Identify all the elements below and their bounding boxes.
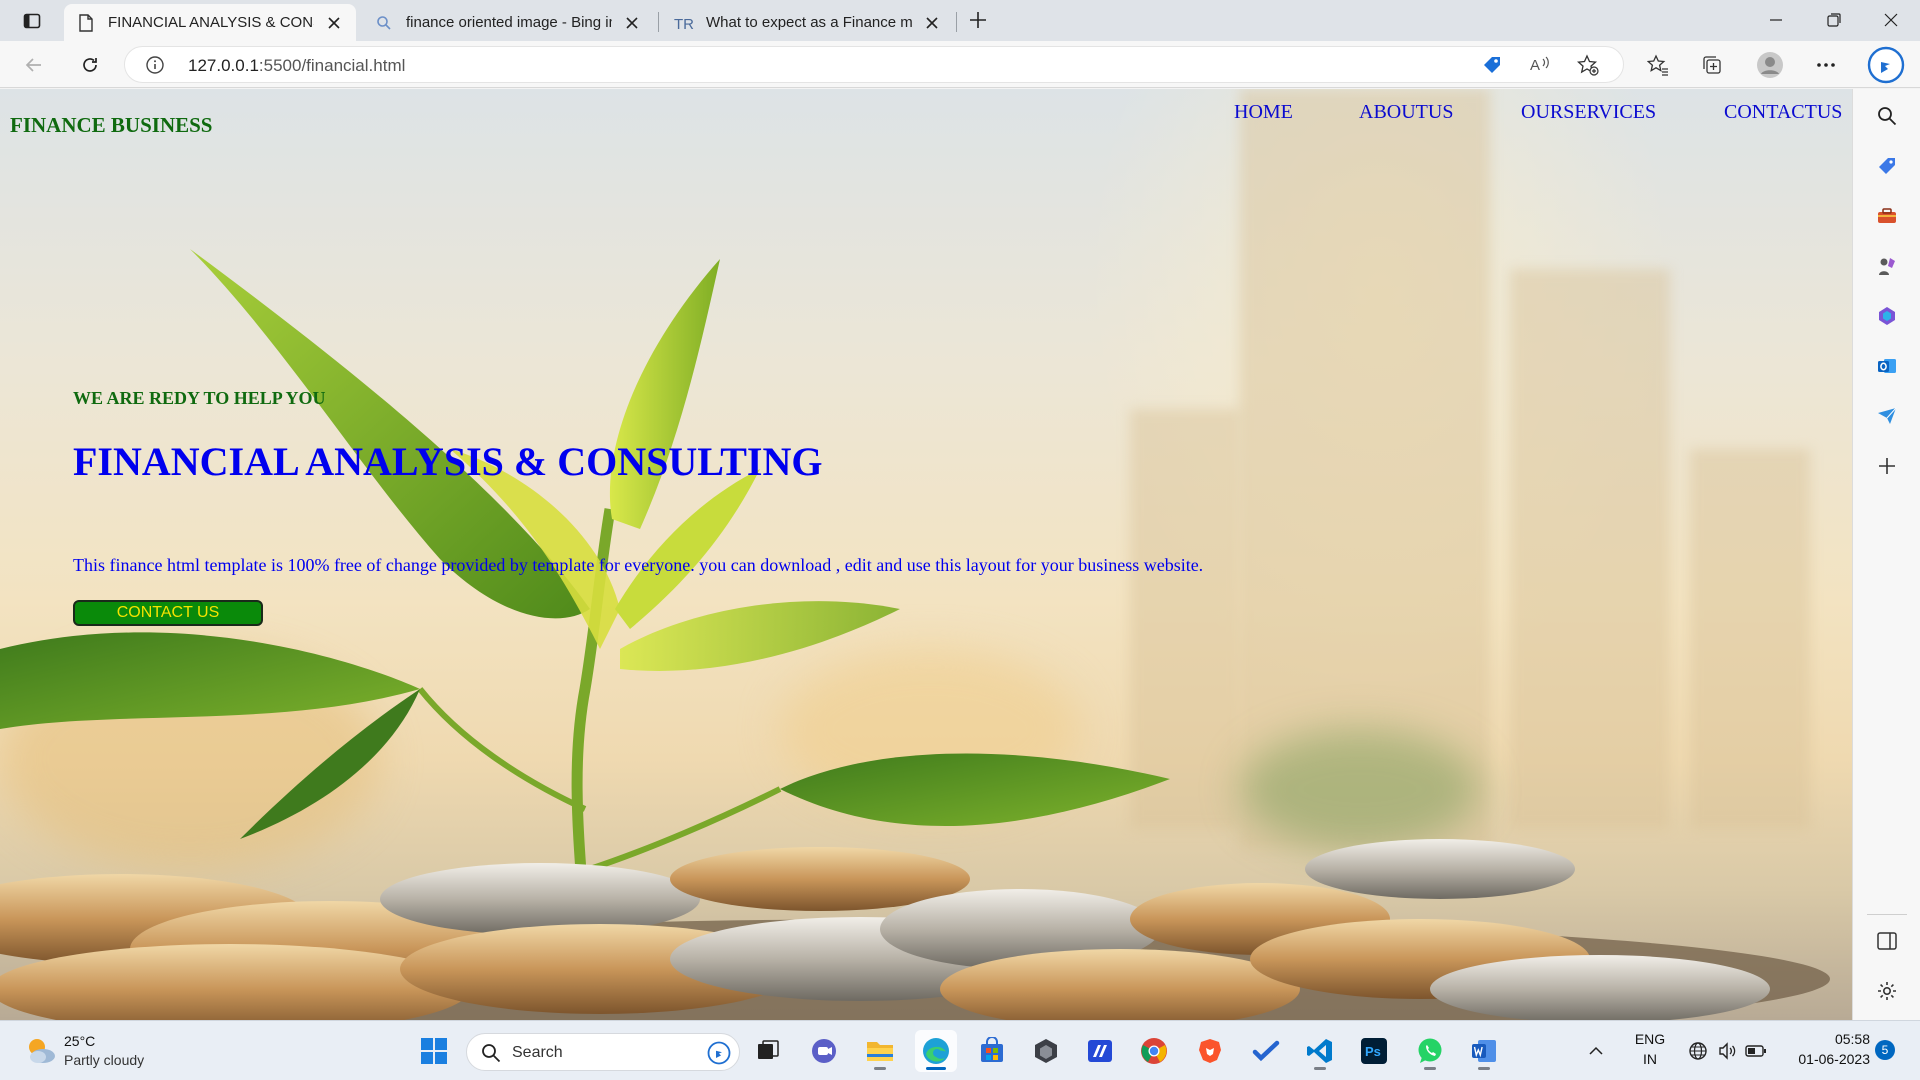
- clock-time[interactable]: 05:58: [1780, 1031, 1870, 1047]
- hero-title: FINANCIAL ANALYSIS & CONSULTING: [73, 439, 823, 484]
- contact-us-button[interactable]: CONTACT US: [73, 600, 263, 626]
- bing-icon: [707, 1041, 731, 1065]
- edge-icon[interactable]: [915, 1030, 957, 1072]
- language-region[interactable]: IN: [1630, 1051, 1670, 1067]
- refresh-icon[interactable]: [72, 47, 108, 83]
- m365-icon[interactable]: [1871, 300, 1903, 332]
- hero-description: This finance html template is 100% free …: [73, 555, 1204, 575]
- svg-text:Ps: Ps: [1365, 1044, 1381, 1059]
- browser-toolbar: 127.0.0.1:5500/financial.html A: [0, 41, 1920, 88]
- partly-cloudy-icon[interactable]: [24, 1034, 58, 1068]
- url-host: 127.0.0.1: [188, 56, 259, 75]
- tab-separator: [956, 12, 957, 32]
- language-code[interactable]: ENG: [1630, 1031, 1670, 1047]
- hero-kicker: WE ARE REDY TO HELP YOU: [73, 388, 326, 408]
- tab-financial[interactable]: FINANCIAL ANALYSIS & CONSULTING: [64, 4, 356, 41]
- search-placeholder: Search: [512, 1044, 563, 1061]
- tab-strip: FINANCIAL ANALYSIS & CONSULTING finance …: [0, 0, 1920, 41]
- chrome-icon[interactable]: [1133, 1030, 1175, 1072]
- restore-icon[interactable]: [1805, 0, 1863, 40]
- whatsapp-icon[interactable]: [1409, 1030, 1451, 1072]
- back-icon[interactable]: [16, 47, 52, 83]
- search-icon: [374, 13, 394, 33]
- taskbar-search[interactable]: Search: [466, 1033, 740, 1071]
- sidebar-divider: [1867, 914, 1907, 915]
- favorites-icon[interactable]: [1640, 47, 1676, 83]
- shopping-tag-icon[interactable]: [1478, 51, 1506, 79]
- close-window-icon[interactable]: [1862, 0, 1920, 40]
- nav-aboutus[interactable]: ABOUTUS: [1359, 101, 1453, 124]
- toolbox-icon[interactable]: [1871, 200, 1903, 232]
- tab-title: What to expect as a Finance major: [706, 14, 912, 31]
- tr-icon: TR: [674, 13, 694, 33]
- close-tab-icon[interactable]: [324, 13, 344, 33]
- dev-icon[interactable]: [1025, 1030, 1067, 1072]
- chevron-up-icon[interactable]: [1581, 1030, 1611, 1072]
- edge-sidebar: [1852, 89, 1920, 1020]
- tag-icon[interactable]: [1871, 150, 1903, 182]
- running-indicator: [926, 1067, 946, 1070]
- editor-icon[interactable]: [1079, 1030, 1121, 1072]
- close-tab-icon[interactable]: [922, 13, 942, 33]
- clock-date[interactable]: 01-06-2023: [1780, 1051, 1870, 1067]
- bing-chat-icon[interactable]: [1866, 45, 1906, 85]
- send-icon[interactable]: [1871, 400, 1903, 432]
- add-favorite-icon[interactable]: [1574, 51, 1602, 79]
- windows-taskbar: 25°C Partly cloudy Search Ps ENG IN 05:5…: [0, 1020, 1920, 1080]
- search-icon: [482, 1044, 501, 1063]
- word-icon[interactable]: [1463, 1030, 1505, 1072]
- battery-icon[interactable]: [1741, 1030, 1771, 1072]
- svg-text:TR: TR: [674, 16, 694, 32]
- tab-bing-images[interactable]: finance oriented image - Bing images: [362, 4, 654, 41]
- new-tab-icon[interactable]: [960, 6, 996, 34]
- tab-title: finance oriented image - Bing images: [406, 14, 612, 31]
- network-globe-icon[interactable]: [1683, 1030, 1713, 1072]
- collections-icon[interactable]: [1694, 47, 1730, 83]
- tab-actions-icon[interactable]: [14, 8, 50, 34]
- split-screen-icon[interactable]: [1871, 925, 1903, 957]
- search-icon[interactable]: [1871, 100, 1903, 132]
- running-indicator: [874, 1067, 886, 1070]
- tab-finance-major[interactable]: TR What to expect as a Finance major: [662, 4, 954, 41]
- file-explorer-icon[interactable]: [859, 1030, 901, 1072]
- vscode-icon[interactable]: [1299, 1030, 1341, 1072]
- teams-icon[interactable]: [803, 1030, 845, 1072]
- read-aloud-icon[interactable]: A: [1526, 51, 1554, 79]
- todo-icon[interactable]: [1245, 1030, 1287, 1072]
- address-bar[interactable]: 127.0.0.1:5500/financial.html A: [124, 46, 1624, 83]
- notification-badge[interactable]: 5: [1875, 1040, 1895, 1060]
- weather-description[interactable]: Partly cloudy: [64, 1052, 144, 1068]
- page-icon: [76, 13, 96, 33]
- url-path: :5500/financial.html: [258, 56, 406, 75]
- svg-text:A: A: [1530, 57, 1540, 74]
- nav-ourservices[interactable]: OURSERVICES: [1521, 101, 1656, 124]
- nav-contactus[interactable]: CONTACTUS: [1724, 101, 1842, 124]
- store-icon[interactable]: [971, 1030, 1013, 1072]
- windows-start-icon[interactable]: [413, 1030, 455, 1072]
- brand-logo[interactable]: FINANCE BUSINESS: [10, 113, 212, 138]
- running-indicator: [1314, 1067, 1326, 1070]
- url-text: 127.0.0.1:5500/financial.html: [188, 56, 405, 76]
- running-indicator: [1424, 1067, 1436, 1070]
- site-info-icon[interactable]: [145, 55, 165, 75]
- add-icon[interactable]: [1871, 450, 1903, 482]
- tab-separator: [658, 12, 659, 32]
- nav-home[interactable]: HOME: [1234, 101, 1293, 124]
- task-view-icon[interactable]: [747, 1030, 789, 1072]
- photoshop-icon[interactable]: Ps: [1353, 1030, 1395, 1072]
- page-viewport: FINANCE BUSINESS HOME ABOUTUS OURSERVICE…: [0, 89, 1852, 1020]
- more-options-icon[interactable]: [1808, 47, 1844, 83]
- running-indicator: [1478, 1067, 1490, 1070]
- volume-icon[interactable]: [1712, 1030, 1742, 1072]
- settings-icon[interactable]: [1871, 975, 1903, 1007]
- games-icon[interactable]: [1871, 250, 1903, 282]
- weather-temperature[interactable]: 25°C: [64, 1033, 95, 1049]
- brave-icon[interactable]: [1189, 1030, 1231, 1072]
- minimize-icon[interactable]: [1747, 0, 1805, 40]
- close-tab-icon[interactable]: [622, 13, 642, 33]
- outlook-icon[interactable]: [1871, 350, 1903, 382]
- profile-avatar-icon[interactable]: [1752, 47, 1788, 83]
- tab-title: FINANCIAL ANALYSIS & CONSULTING: [108, 14, 314, 31]
